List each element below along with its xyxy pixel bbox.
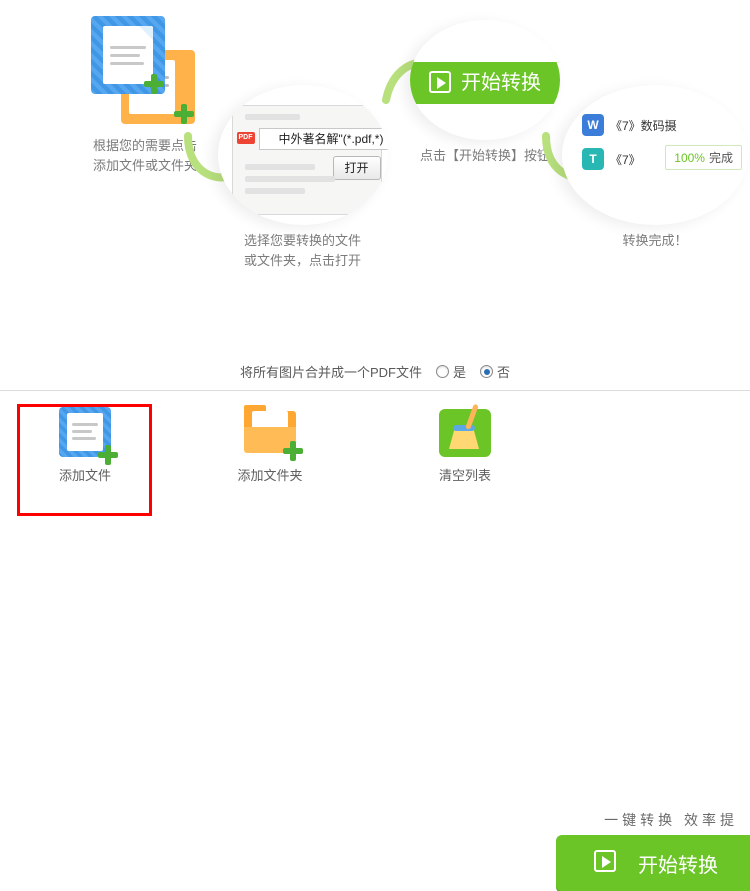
start-convert-label: 开始转换 [638,849,718,878]
merge-radio-no[interactable]: 否 [480,362,510,381]
merge-radio-yes[interactable]: 是 [436,362,466,381]
add-folder-icon [240,405,300,461]
add-file-label: 添加文件 [25,465,145,484]
result-filename: 《7》 [610,151,641,168]
add-folder-label: 添加文件夹 [210,465,330,484]
radio-icon [436,365,449,378]
pdf-badge-icon: PDF [237,132,255,144]
divider [0,390,750,391]
onboard-step-choose: PDF 中外著名解"(*.pdf,*) 打开 选择您要转换的文件 或文件夹，点击… [210,85,395,271]
progress-badge: 100%完成 [665,145,742,170]
add-folder-button[interactable]: 添加文件夹 [210,405,330,484]
word-icon: W [582,114,604,136]
add-file-icon [55,405,115,461]
radio-icon [480,365,493,378]
add-file-button[interactable]: 添加文件 [25,405,145,484]
merge-label: 将所有图片合并成一个PDF文件 [240,362,422,381]
start-convert-button[interactable]: 开始转换 [556,835,750,891]
text-icon: T [582,148,604,170]
onboard-step-done: W 《7》数码摄 T 《7》 100%完成 转换完成！ [560,85,750,251]
play-icon [594,850,616,872]
start-illustration: 开始转换 [410,20,560,140]
merge-option-row: 将所有图片合并成一个PDF文件 是 否 [0,362,750,381]
onboard-step-done-caption: 转换完成！ [560,231,750,251]
add-files-illustration [85,10,205,130]
open-button-illustration: 打开 [333,156,381,180]
clear-list-button[interactable]: 清空列表 [405,405,525,484]
result-filename: 《7》数码摄 [610,117,677,134]
clear-list-label: 清空列表 [405,465,525,484]
clear-list-icon [435,405,495,461]
result-illustration: W 《7》数码摄 T 《7》 100%完成 [562,85,748,225]
filename-field: 中外著名解"(*.pdf,*) [259,128,388,150]
play-icon [429,71,451,93]
file-chooser-illustration: PDF 中外著名解"(*.pdf,*) 打开 [218,85,388,225]
onboard-step-choose-caption: 选择您要转换的文件 或文件夹，点击打开 [210,231,395,271]
slogan-text: 一键转换 效率提 [604,810,738,830]
